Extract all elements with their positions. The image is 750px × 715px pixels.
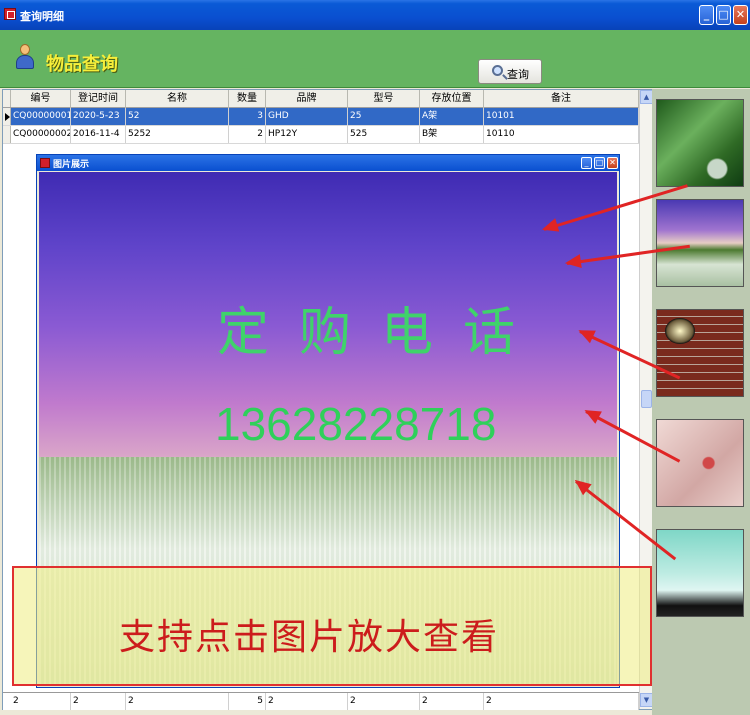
title-bar[interactable]: 查询明细 _ □ ✕	[0, 0, 750, 30]
table-cell: A架	[420, 108, 484, 125]
column-header[interactable]: 数量	[229, 90, 266, 108]
grid-header: 编号 登记时间 名称 数量 品牌 型号 存放位置 备注	[3, 90, 639, 108]
person-icon	[16, 44, 34, 70]
main-window: 查询明细 _ □ ✕ 物品查询 查询 编号 登记时间 名称 数量 品牌 型号 存…	[0, 0, 750, 715]
table-cell: HP12Y	[266, 126, 348, 143]
summary-cell: 2	[484, 693, 639, 710]
close-button[interactable]: ✕	[733, 5, 748, 25]
search-icon	[492, 65, 503, 76]
app-icon	[4, 8, 16, 20]
minimize-button[interactable]: _	[699, 5, 714, 25]
table-cell: 525	[348, 126, 420, 143]
order-phone-number: 13628228718	[215, 398, 497, 450]
table-row[interactable]: CQ00000001 2020-5-23 52 3 GHD 25 A架 1010…	[3, 108, 639, 126]
thumbnail-strip	[652, 89, 750, 715]
popup-minimize-button[interactable]: _	[581, 157, 592, 169]
summary-cell: 2	[348, 693, 420, 710]
app-icon	[40, 158, 50, 168]
maximize-icon: □	[595, 158, 604, 167]
maximize-icon: □	[718, 8, 729, 21]
maximize-button[interactable]: □	[716, 5, 731, 25]
column-header[interactable]: 登记时间	[71, 90, 126, 108]
table-cell: 10101	[484, 108, 639, 125]
popup-close-button[interactable]: ✕	[607, 157, 618, 169]
table-cell: 25	[348, 108, 420, 125]
popup-maximize-button[interactable]: □	[594, 157, 605, 169]
table-cell: 10110	[484, 126, 639, 143]
minimize-icon: _	[584, 158, 589, 167]
row-pointer-icon	[5, 113, 10, 121]
image-viewer-title: 图片展示	[53, 160, 90, 170]
column-header[interactable]: 备注	[484, 90, 639, 108]
chevron-up-icon: ▲	[643, 93, 650, 101]
thumbnail-pink-abstract[interactable]	[656, 419, 744, 507]
table-cell: CQ00000002	[11, 126, 71, 143]
summary-cell: 2	[11, 693, 71, 710]
column-header[interactable]: 编号	[11, 90, 71, 108]
search-button-label: 查询	[507, 68, 529, 81]
table-cell: 5252	[126, 126, 229, 143]
scroll-thumb[interactable]	[641, 390, 652, 408]
minimize-icon: _	[703, 8, 710, 21]
table-cell: 3	[229, 108, 266, 125]
summary-cell: 2	[420, 693, 484, 710]
table-cell: 2020-5-23	[71, 108, 126, 125]
summary-cell: 2	[126, 693, 229, 710]
table-cell: 2	[229, 126, 266, 143]
thumbnail-lamp-brick-wall[interactable]	[656, 309, 744, 397]
thumbnail-forest-path[interactable]	[656, 99, 744, 187]
image-viewer-title-bar[interactable]: 图片展示 _ □ ✕	[37, 155, 619, 171]
click-to-enlarge-notice: 支持点击图片放大查看	[12, 566, 652, 686]
summary-cell: 2	[71, 693, 126, 710]
column-header[interactable]: 名称	[126, 90, 229, 108]
summary-cell: 5	[229, 693, 266, 710]
window-title: 查询明细	[20, 10, 64, 23]
header-panel: 物品查询 查询	[0, 30, 750, 88]
close-icon: ✕	[735, 8, 746, 21]
column-header[interactable]: 型号	[348, 90, 420, 108]
page-title: 物品查询	[46, 54, 118, 75]
summary-cell: 2	[266, 693, 348, 710]
chevron-down-icon: ▼	[643, 696, 650, 704]
table-cell: 2016-11-4	[71, 126, 126, 143]
search-button[interactable]: 查询	[478, 59, 542, 84]
table-cell: GHD	[266, 108, 348, 125]
table-cell: B架	[420, 126, 484, 143]
thumbnail-flower-field[interactable]	[656, 199, 744, 287]
table-row[interactable]: CQ00000002 2016-11-4 5252 2 HP12Y 525 B架…	[3, 126, 639, 144]
column-header[interactable]: 存放位置	[420, 90, 484, 108]
close-icon: ✕	[609, 158, 616, 167]
notice-text: 支持点击图片放大查看	[119, 617, 500, 658]
table-cell: 52	[126, 108, 229, 125]
thumbnail-teal-city[interactable]	[656, 529, 744, 617]
table-cell: CQ00000001	[11, 108, 71, 125]
summary-row: 2 2 2 5 2 2 2 2	[3, 692, 639, 710]
column-header[interactable]: 品牌	[266, 90, 348, 108]
order-phone-label: 定购电话	[217, 303, 546, 363]
